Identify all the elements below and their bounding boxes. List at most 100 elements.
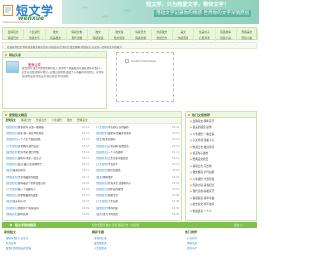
column-link[interactable]: 青春回忆录 <box>94 236 107 240</box>
nav-item[interactable]: 短篇小说 <box>216 34 237 41</box>
category-tag[interactable]: [爱情短文] <box>6 182 18 185</box>
article-title[interactable]: 一个人走了很远的路 <box>18 138 41 141</box>
side-list-item[interactable]: ▪ 伤感语录,一个人 <box>190 210 212 213</box>
more-link[interactable]: 更多>> <box>234 223 244 227</box>
category-tag[interactable]: [散文] <box>6 200 13 203</box>
category-tag[interactable]: [伤感日志] <box>6 163 18 166</box>
tab[interactable]: 情感日志 <box>18 118 33 124</box>
list-item[interactable]: [伤感日志]我想你了,你知道吗 03-09 <box>6 207 92 210</box>
tab[interactable]: 伤感日志 <box>34 118 49 124</box>
category-tag[interactable]: [爱情短文] <box>96 207 108 210</box>
list-item[interactable]: [情感日志]心若向阳,无谓悲伤 03-11 <box>96 145 182 148</box>
list-item[interactable]: [伤感日志]一个人走了很远的路 03-12 <box>6 138 92 141</box>
side-item-label[interactable]: 伤感语录,一个人 <box>193 210 212 213</box>
list-item[interactable]: [爱情短文]时光不老,我们不散 03-11 <box>6 151 92 154</box>
article-title[interactable]: 爱过,痛过,也就释然了 <box>18 163 42 166</box>
article-title[interactable]: 让生命如花般绽放 <box>108 157 128 160</box>
column-link[interactable]: 经典语录 <box>187 241 197 245</box>
article-title[interactable]: 回不去的曾经 <box>108 188 123 191</box>
category-tag[interactable]: [人生感悟] <box>96 126 108 129</box>
side-list-item[interactable]: ▪ 散文精选,岁月如歌 <box>190 171 214 174</box>
list-item[interactable]: [人生感悟]岁月静好,现世安稳 03-12 <box>6 145 92 148</box>
side-list-item[interactable]: ▪ 情感日志,写给你 <box>190 165 212 168</box>
article-title[interactable]: 春天的声音 <box>13 169 26 172</box>
category-tag[interactable]: [伤感日志] <box>6 207 18 210</box>
category-tag[interactable]: [经典美文] <box>6 176 18 179</box>
list-item[interactable]: [人生感悟]学会放下 03-11 <box>96 163 182 166</box>
side-item-label[interactable]: 心灵鸡汤,温暖人心 <box>193 139 215 142</box>
list-item[interactable]: [爱情短文]愿你被这个世界温柔以待 03-10 <box>6 182 92 185</box>
side-list-item[interactable]: ▪ 经典美文欣赏 <box>190 158 208 161</box>
category-tag[interactable]: [人生感悟] <box>6 145 18 148</box>
category-tag[interactable]: [散文] <box>96 213 103 216</box>
category-tag[interactable]: [人生感悟] <box>96 163 108 166</box>
nav-item[interactable]: 原创小说 <box>237 34 258 41</box>
category-tag[interactable]: [爱情短文] <box>96 169 108 172</box>
list-item[interactable]: [人生感悟]不忘初心,方得始终 03-12 <box>96 126 182 129</box>
category-tag[interactable]: [伤感日志] <box>96 188 108 191</box>
site-logo[interactable]: 短文学 wenxue www.duanwenxue.com <box>2 1 62 27</box>
article-title[interactable]: 你是我最美的遇见 <box>18 194 38 197</box>
category-tag[interactable]: [爱情短文] <box>6 126 18 129</box>
nav-item[interactable]: 优美散文 <box>46 34 67 41</box>
article-title[interactable]: 等你归来 <box>108 207 118 210</box>
list-item[interactable]: [爱情短文]遇见你,是最美的意外 03-12 <box>96 132 182 135</box>
article-title[interactable]: 心若向阳,无谓悲伤 <box>108 145 129 148</box>
list-item[interactable]: [伤感日志]一个人的孤单 03-11 <box>96 151 182 154</box>
side-item-label[interactable]: 短篇小说,青春纪念 <box>193 184 215 187</box>
side-list-item[interactable]: ▪ 心灵鸡汤,温暖人心 <box>190 139 214 142</box>
category-tag[interactable]: [经典美文] <box>6 213 18 216</box>
side-list-item[interactable]: ▪ 最美的遇见,是你 <box>190 126 212 129</box>
category-tag[interactable]: [情感日志] <box>96 182 108 185</box>
list-item[interactable]: [爱情短文]我喜欢你,从第一眼开始 03-12 <box>6 126 92 129</box>
article-title[interactable]: 秋天的落叶 <box>103 138 116 141</box>
category-tag[interactable]: [散文] <box>6 169 13 172</box>
side-item-label[interactable]: 现代诗歌,春暖花开 <box>193 190 215 193</box>
article-title[interactable]: 不忘初心,方得始终 <box>108 126 129 129</box>
list-item[interactable]: [经典美文]感恩生命 03-09 <box>96 194 182 197</box>
side-list-item[interactable]: ▪ 优美句子摘抄 <box>190 152 208 155</box>
list-item[interactable]: [散文]故乡的小河 03-10 <box>6 200 92 203</box>
tab[interactable]: 人生感悟 <box>49 118 64 124</box>
article-title[interactable]: 我喜欢你,从第一眼开始 <box>18 126 44 129</box>
list-item[interactable]: [散文]雨中漫步 03-10 <box>96 176 182 179</box>
category-tag[interactable]: [情感日志] <box>6 194 18 197</box>
column-link[interactable]: 爱情那些事 <box>94 241 107 245</box>
nav-item[interactable]: 伤感日志 <box>152 34 173 41</box>
article-title[interactable]: 我们的爱情 <box>108 169 121 172</box>
article-title[interactable]: 原来,我一直在等你回来 <box>18 132 44 135</box>
side-list-item[interactable]: ▪ 情感说说,简单幸福 <box>190 197 214 200</box>
list-item[interactable]: [经典美文]静待花开 03-09 <box>6 213 92 216</box>
article-title[interactable]: 人生如茶 <box>108 200 118 203</box>
category-tag[interactable]: [爱情短文] <box>6 151 18 154</box>
list-item[interactable]: [人生感悟]做一个温暖的人 03-10 <box>6 188 92 191</box>
list-item[interactable]: [人生感悟]人生如茶 03-09 <box>96 200 182 203</box>
side-list-item[interactable]: ▪ 爱情短文:那年花开 <box>190 120 214 123</box>
nav-item[interactable]: 情感文章 <box>131 34 152 41</box>
side-item-label[interactable]: 爱情短文:那年花开 <box>193 120 215 123</box>
list-item[interactable]: [情感日志]若有来生,还做你的人 03-10 <box>96 182 182 185</box>
list-item[interactable]: [伤感日志]爱过,痛过,也就释然了 03-11 <box>6 163 92 166</box>
list-item[interactable]: [爱情短文]等你归来 03-09 <box>96 207 182 210</box>
side-item-label[interactable]: 最美的遇见,是你 <box>193 126 212 129</box>
side-item-label[interactable]: 励志短文,永不放弃 <box>193 203 215 206</box>
side-item-label[interactable]: 情感说说,简单幸福 <box>193 197 215 200</box>
column-link[interactable]: 致我们终将逝去的青春 <box>6 246 31 250</box>
article-title[interactable]: 那些年,我们一起走过 <box>18 157 41 160</box>
column-link[interactable]: 人生感悟录 <box>94 246 107 250</box>
category-tag[interactable]: [情感日志] <box>6 157 18 160</box>
header-banner[interactable]: 〰 〰 〰 短文学，只为热爱文学，敬仰文字！ 用短文学记录你的情感 世界你的文字… <box>62 0 259 24</box>
tab[interactable]: 经典美文 <box>75 118 90 124</box>
article-title[interactable]: 生命中最美的相遇 <box>18 176 38 179</box>
category-tag[interactable]: [情感日志] <box>96 145 108 148</box>
article-title[interactable]: 感恩生命 <box>108 194 118 197</box>
category-tag[interactable]: [经典美文] <box>96 157 108 160</box>
side-item-label[interactable]: 人生感悟,一路走来 <box>193 133 215 136</box>
article-title[interactable]: 月光下的思念 <box>103 213 118 216</box>
column-link[interactable]: 时光荏苒 <box>6 241 16 245</box>
article-title[interactable]: 做一个温暖的人 <box>18 188 36 191</box>
list-item[interactable]: [爱情短文]我们的爱情 03-10 <box>96 169 182 172</box>
nav-item[interactable]: 励志短文 <box>109 34 131 41</box>
category-tag[interactable]: [情感日志] <box>6 132 18 135</box>
nav-item[interactable]: 伤感语录 <box>173 34 195 41</box>
